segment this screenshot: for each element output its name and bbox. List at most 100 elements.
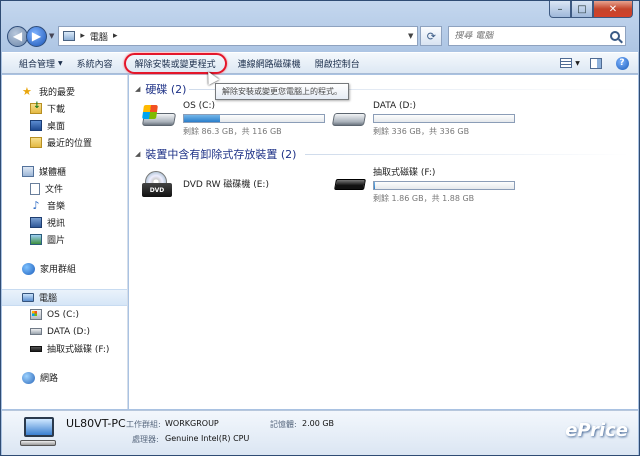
sidebar-item-label: 桌面 [47, 122, 66, 132]
usb-drive-icon [30, 345, 42, 352]
breadcrumb-separator[interactable]: ▸ [113, 31, 118, 41]
sidebar-item-label: 圖片 [47, 236, 66, 246]
drive-free-space: 剩餘 86.3 GB，共 116 GB [183, 127, 282, 136]
sidebar-item-drive-c[interactable]: OS (C:) [2, 306, 127, 323]
sidebar-item-label: 最近的位置 [47, 139, 93, 149]
drive-name: DATA (D:) [373, 101, 417, 111]
sidebar-item-downloads[interactable]: 下載 [2, 100, 127, 117]
sidebar-item-computer[interactable]: 電腦 [2, 289, 127, 306]
drive-usage-bar [373, 181, 515, 190]
drive-name: OS (C:) [183, 101, 215, 111]
maximize-button[interactable]: □ [571, 1, 593, 18]
command-bar: 組合管理 ▼ 系統內容 解除安裝或變更程式 連線網路磁碟機 開啟控制台 ▼ ? [2, 52, 638, 74]
group-title: 裝置中含有卸除式存放裝置 (2) [145, 148, 297, 161]
help-icon: ? [615, 56, 629, 70]
drive-item-e[interactable]: DVD DVD RW 磁碟機 (E:) [141, 167, 269, 199]
downloads-folder-icon [30, 101, 42, 114]
breadcrumb-separator[interactable]: ▸ [80, 31, 85, 41]
sidebar-item-music[interactable]: ♪ 音樂 [2, 197, 127, 214]
drive-usage-bar [373, 114, 515, 123]
sidebar-item-network[interactable]: 網路 [2, 369, 127, 386]
hard-drive-icon [331, 105, 367, 133]
document-icon [30, 182, 40, 195]
sidebar-item-desktop[interactable]: 桌面 [2, 117, 127, 134]
sidebar-item-homegroup[interactable]: 家用群組 [2, 260, 127, 277]
dvd-drive-icon: DVD [141, 171, 177, 199]
sidebar-item-recent[interactable]: 最近的位置 [2, 134, 127, 151]
sidebar-item-favorites[interactable]: ★ 我的最愛 [2, 83, 127, 100]
computer-name: UL80VT-PC [66, 417, 126, 430]
content-pane: ◢ 硬碟 (2) OS (C:) 剩餘 86.3 GB，共 116 GB DAT… [129, 75, 638, 409]
navigation-row: ◀ ▶ ▼ ▸ 電腦 ▸ ▼ ⟳ [7, 23, 635, 49]
memory-value: 2.00 GB [302, 419, 335, 428]
preview-pane-button[interactable] [586, 55, 606, 71]
video-icon [30, 217, 42, 228]
change-view-button[interactable]: ▼ [560, 55, 580, 71]
network-icon [22, 371, 35, 384]
computer-icon [63, 31, 76, 41]
sidebar-item-label: 文件 [45, 185, 64, 195]
recent-places-icon [30, 137, 42, 148]
memory-label: 記憶體: [270, 420, 297, 429]
sidebar-item-videos[interactable]: 視訊 [2, 214, 127, 231]
recent-pages-dropdown[interactable]: ▼ [49, 32, 54, 40]
sidebar-item-documents[interactable]: 文件 [2, 180, 127, 197]
picture-icon [30, 234, 42, 245]
chevron-down-icon: ▼ [575, 59, 580, 67]
search-icon[interactable] [610, 31, 621, 41]
forward-button[interactable]: ▶ [26, 25, 47, 47]
search-box[interactable] [448, 26, 627, 46]
processor-label: 處理器: [132, 435, 159, 444]
computer-icon [22, 293, 34, 302]
workgroup-value: WORKGROUP [165, 419, 219, 428]
sidebar-item-pictures[interactable]: 圖片 [2, 231, 127, 248]
minimize-button[interactable]: – [549, 1, 571, 18]
window-controls: – □ ✕ [549, 1, 633, 18]
system-drive-icon [30, 309, 42, 320]
collapse-triangle-icon: ◢ [135, 85, 141, 93]
music-note-icon: ♪ [32, 199, 40, 212]
drive-item-d[interactable]: DATA (D:) 剩餘 336 GB，共 336 GB [331, 101, 515, 137]
address-bar[interactable]: ▸ 電腦 ▸ ▼ [58, 26, 419, 46]
homegroup-icon [22, 262, 35, 275]
organize-menu-button[interactable]: 組合管理 ▼ [12, 54, 70, 73]
view-icon [560, 58, 573, 68]
search-input[interactable] [454, 31, 611, 41]
open-control-panel-button[interactable]: 開啟控制台 [308, 54, 367, 73]
usb-drive-icon [331, 169, 367, 197]
sidebar-item-label: 視訊 [47, 219, 66, 229]
close-button[interactable]: ✕ [593, 1, 633, 18]
address-dropdown-icon[interactable]: ▼ [408, 32, 413, 40]
back-button[interactable]: ◀ [7, 25, 28, 47]
drive-name: 抽取式磁碟 (F:) [373, 168, 436, 178]
sidebar-item-label: 媒體櫃 [39, 168, 67, 178]
preview-pane-icon [590, 57, 602, 69]
drive-item-f[interactable]: 抽取式磁碟 (F:) 剩餘 1.86 GB，共 1.88 GB [331, 165, 515, 204]
hard-drive-icon [30, 328, 42, 335]
drive-free-space: 剩餘 1.86 GB，共 1.88 GB [373, 194, 475, 203]
sidebar-item-label: 下載 [47, 105, 66, 115]
sidebar-item-label: 抽取式磁碟 (F:) [47, 345, 110, 355]
navigation-pane: ★ 我的最愛 下載 桌面 最近的位置 媒體櫃 文件 ♪ 音樂 [2, 75, 128, 409]
group-title: 硬碟 (2) [145, 83, 187, 96]
watermark-logo: ePrice [565, 420, 628, 441]
laptop-icon [20, 415, 56, 449]
sidebar-item-label: OS (C:) [47, 309, 79, 320]
tooltip: 解除安裝或變更您電腦上的程式。 [215, 83, 349, 100]
sidebar-item-drive-f[interactable]: 抽取式磁碟 (F:) [2, 340, 127, 357]
drive-item-c[interactable]: OS (C:) 剩餘 86.3 GB，共 116 GB [141, 101, 325, 137]
star-icon: ★ [22, 84, 32, 98]
group-header-removable[interactable]: ◢ 裝置中含有卸除式存放裝置 (2) [135, 146, 296, 162]
processor-value: Genuine Intel(R) CPU [165, 434, 250, 443]
sidebar-item-libraries[interactable]: 媒體櫃 [2, 163, 127, 180]
map-network-drive-button[interactable]: 連線網路磁碟機 [231, 54, 308, 73]
sidebar-item-label: 家用群組 [40, 265, 77, 275]
chevron-down-icon: ▼ [58, 59, 63, 67]
help-button[interactable]: ? [612, 55, 632, 71]
breadcrumb-computer[interactable]: 電腦 [90, 30, 108, 43]
system-properties-button[interactable]: 系統內容 [70, 54, 120, 73]
group-header-hard-disks[interactable]: ◢ 硬碟 (2) [135, 81, 186, 97]
refresh-icon: ⟳ [426, 29, 436, 43]
refresh-button[interactable]: ⟳ [420, 26, 443, 46]
sidebar-item-drive-d[interactable]: DATA (D:) [2, 323, 127, 340]
